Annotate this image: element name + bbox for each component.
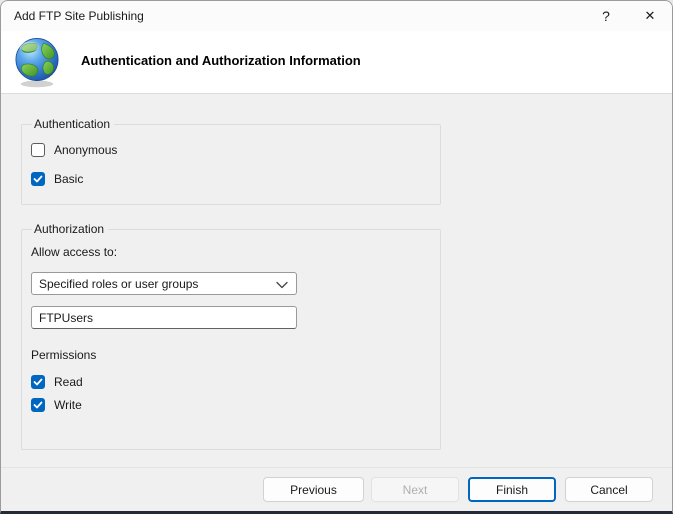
write-checkbox[interactable]: [31, 398, 45, 412]
authentication-group: Authentication Anonymous Basic: [21, 117, 441, 205]
title-bar: Add FTP Site Publishing ? ✕: [1, 1, 672, 31]
anonymous-checkbox-row: Anonymous: [31, 142, 440, 158]
basic-label: Basic: [54, 172, 83, 186]
next-button[interactable]: Next: [371, 477, 459, 502]
access-dropdown-value: Specified roles or user groups: [39, 277, 276, 291]
finish-button[interactable]: Finish: [468, 477, 556, 502]
authorization-group: Authorization Allow access to: Specified…: [21, 222, 441, 450]
chevron-down-icon: [276, 281, 288, 289]
dialog-window: Add FTP Site Publishing ? ✕: [0, 0, 673, 514]
permissions-label: Permissions: [31, 348, 440, 362]
anonymous-label: Anonymous: [54, 143, 117, 157]
cancel-button[interactable]: Cancel: [565, 477, 653, 502]
authorization-legend: Authorization: [32, 222, 108, 236]
read-checkbox-row: Read: [31, 374, 440, 390]
read-label: Read: [54, 375, 83, 389]
basic-checkbox[interactable]: [31, 172, 45, 186]
authentication-legend: Authentication: [32, 117, 114, 131]
read-checkbox[interactable]: [31, 375, 45, 389]
window-title: Add FTP Site Publishing: [14, 9, 584, 23]
access-dropdown[interactable]: Specified roles or user groups: [31, 272, 297, 295]
check-icon: [33, 377, 43, 387]
roles-input[interactable]: [31, 306, 297, 329]
help-icon: ?: [602, 8, 610, 24]
write-checkbox-row: Write: [31, 397, 440, 413]
check-icon: [33, 174, 43, 184]
allow-access-label: Allow access to:: [31, 245, 440, 259]
wizard-header: Authentication and Authorization Informa…: [1, 31, 672, 94]
anonymous-checkbox[interactable]: [31, 143, 45, 157]
dialog-body: Authentication Anonymous Basic Authoriza…: [1, 94, 672, 467]
previous-button[interactable]: Previous: [263, 477, 364, 502]
help-button[interactable]: ?: [584, 1, 628, 31]
button-bar: Previous Next Finish Cancel: [1, 467, 672, 511]
page-title: Authentication and Authorization Informa…: [81, 53, 361, 68]
globe-icon: [11, 35, 63, 89]
close-icon: ✕: [645, 8, 656, 24]
basic-checkbox-row: Basic: [31, 171, 440, 187]
check-icon: [33, 400, 43, 410]
close-button[interactable]: ✕: [628, 1, 672, 31]
write-label: Write: [54, 398, 82, 412]
